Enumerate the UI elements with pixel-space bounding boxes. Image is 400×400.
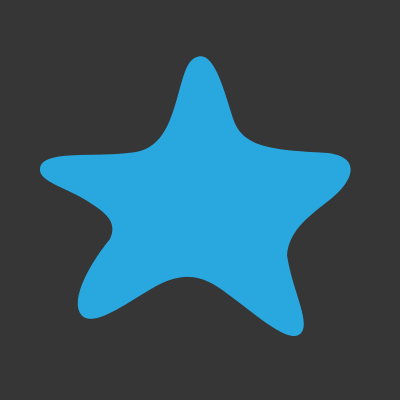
star-shape xyxy=(39,56,351,336)
star-icon xyxy=(39,56,351,336)
icon-canvas xyxy=(0,0,400,400)
